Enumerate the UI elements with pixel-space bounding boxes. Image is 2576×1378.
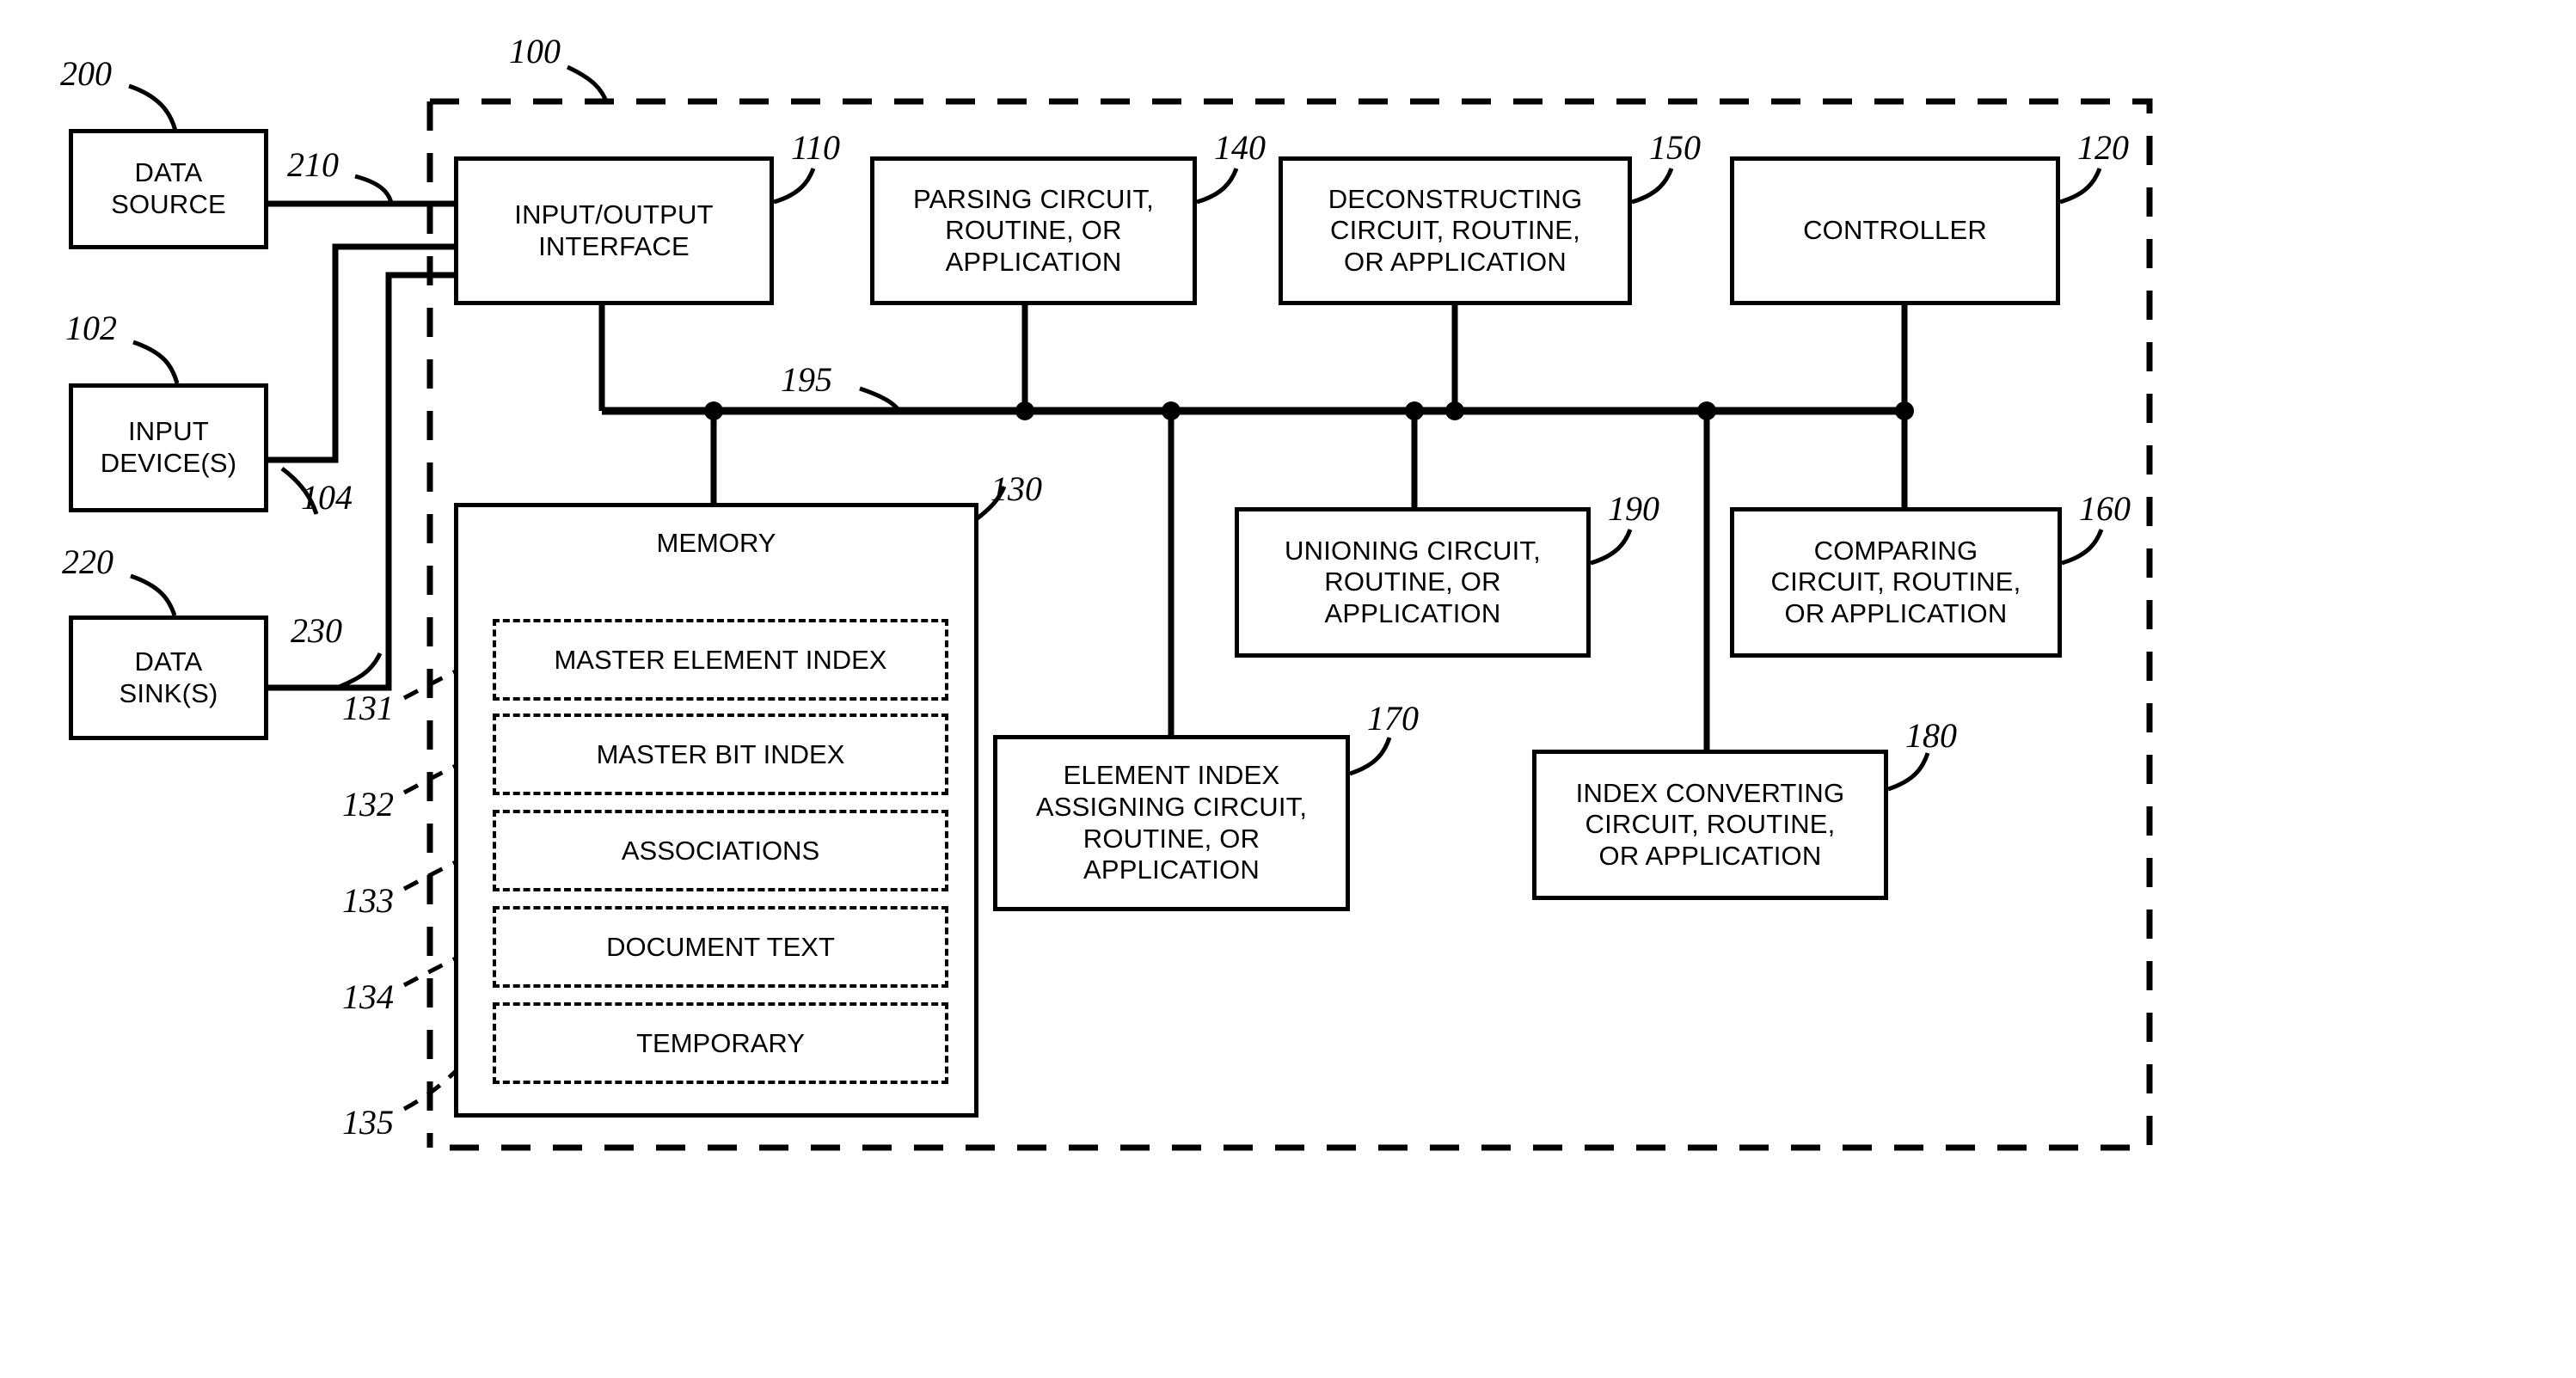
ref-135: 135 bbox=[342, 1103, 394, 1142]
memory-slot-temporary-label: TEMPORARY bbox=[636, 1027, 805, 1058]
ref-134: 134 bbox=[342, 977, 394, 1016]
block-index-converting-circuit[interactable]: INDEX CONVERTING CIRCUIT, ROUTINE, OR AP… bbox=[1532, 750, 1888, 900]
memory-slot-master-bit-index-label: MASTER BIT INDEX bbox=[596, 738, 845, 769]
leader-160 bbox=[2061, 529, 2104, 566]
block-element-index-circuit-label: ELEMENT INDEX ASSIGNING CIRCUIT, ROUTINE… bbox=[1035, 760, 1308, 885]
block-comparing-circuit-label: COMPARING CIRCUIT, ROUTINE, OR APPLICATI… bbox=[1770, 535, 2021, 628]
block-io-interface-label: INPUT/OUTPUT INTERFACE bbox=[514, 199, 714, 261]
block-data-sink-label: DATA SINK(S) bbox=[119, 646, 218, 708]
memory-slot-master-element-index[interactable]: MASTER ELEMENT INDEX bbox=[493, 619, 948, 701]
block-controller-label: CONTROLLER bbox=[1803, 215, 1987, 246]
memory-slot-temporary[interactable]: TEMPORARY bbox=[493, 1002, 948, 1084]
block-comparing-circuit[interactable]: COMPARING CIRCUIT, ROUTINE, OR APPLICATI… bbox=[1730, 507, 2062, 658]
ref-133: 133 bbox=[342, 881, 394, 920]
leader-110 bbox=[773, 168, 816, 205]
block-deconstructing-circuit-label: DECONSTRUCTING CIRCUIT, ROUTINE, OR APPL… bbox=[1328, 183, 1583, 277]
block-element-index-circuit[interactable]: ELEMENT INDEX ASSIGNING CIRCUIT, ROUTINE… bbox=[993, 735, 1350, 911]
block-input-device-label: INPUT DEVICE(S) bbox=[100, 416, 237, 478]
ref-150: 150 bbox=[1649, 128, 1701, 167]
ref-220: 220 bbox=[62, 542, 113, 581]
memory-title: MEMORY bbox=[656, 528, 776, 558]
leader-210 bbox=[354, 174, 394, 204]
leader-120 bbox=[2059, 168, 2102, 205]
block-data-source[interactable]: DATA SOURCE bbox=[69, 129, 268, 249]
ref-170: 170 bbox=[1367, 699, 1419, 738]
leader-170 bbox=[1349, 737, 1392, 776]
memory-slot-associations[interactable]: ASSOCIATIONS bbox=[493, 810, 948, 891]
memory-slot-master-element-index-label: MASTER ELEMENT INDEX bbox=[554, 644, 887, 675]
leader-140 bbox=[1196, 168, 1239, 205]
wire-input-device bbox=[268, 243, 454, 463]
memory-slot-document-text[interactable]: DOCUMENT TEXT bbox=[493, 906, 948, 988]
block-memory[interactable]: MEMORY MASTER ELEMENT INDEX MASTER BIT I… bbox=[454, 503, 978, 1118]
block-io-interface[interactable]: INPUT/OUTPUT INTERFACE bbox=[454, 156, 774, 305]
block-data-source-label: DATA SOURCE bbox=[111, 157, 226, 219]
block-parsing-circuit-label: PARSING CIRCUIT, ROUTINE, OR APPLICATION bbox=[913, 183, 1154, 277]
bus-node-memory bbox=[704, 401, 723, 420]
leader-190 bbox=[1590, 529, 1633, 566]
block-unioning-circuit-label: UNIONING CIRCUIT, ROUTINE, OR APPLICATIO… bbox=[1285, 535, 1541, 628]
bus-node-unioning bbox=[1405, 401, 1424, 420]
block-parsing-circuit[interactable]: PARSING CIRCUIT, ROUTINE, OR APPLICATION bbox=[870, 156, 1197, 305]
ref-210: 210 bbox=[287, 145, 339, 184]
ref-132: 132 bbox=[342, 785, 394, 824]
leader-150 bbox=[1631, 168, 1674, 205]
bus-node-index-converting bbox=[1697, 401, 1716, 420]
ref-102: 102 bbox=[65, 309, 117, 347]
ref-190: 190 bbox=[1608, 489, 1659, 528]
ref-131: 131 bbox=[342, 689, 394, 727]
block-data-sink[interactable]: DATA SINK(S) bbox=[69, 616, 268, 740]
memory-slot-associations-label: ASSOCIATIONS bbox=[621, 835, 820, 866]
ref-110: 110 bbox=[791, 128, 841, 167]
ref-195: 195 bbox=[781, 360, 832, 399]
ref-104: 104 bbox=[301, 478, 353, 517]
block-input-device[interactable]: INPUT DEVICE(S) bbox=[69, 383, 268, 512]
bus-node-controller bbox=[1895, 401, 1914, 420]
patent-figure: DATA SOURCE 200 210 INPUT DEVICE(S) 102 … bbox=[0, 0, 2576, 1378]
ref-160: 160 bbox=[2079, 489, 2131, 528]
memory-slot-master-bit-index[interactable]: MASTER BIT INDEX bbox=[493, 713, 948, 795]
block-deconstructing-circuit[interactable]: DECONSTRUCTING CIRCUIT, ROUTINE, OR APPL… bbox=[1279, 156, 1632, 305]
memory-slot-document-text-label: DOCUMENT TEXT bbox=[606, 931, 835, 962]
block-index-converting-circuit-label: INDEX CONVERTING CIRCUIT, ROUTINE, OR AP… bbox=[1575, 777, 1845, 871]
block-controller[interactable]: CONTROLLER bbox=[1730, 156, 2060, 305]
leader-180 bbox=[1887, 752, 1930, 792]
leader-230 bbox=[336, 652, 383, 690]
ref-120: 120 bbox=[2077, 128, 2129, 167]
ref-200: 200 bbox=[60, 54, 112, 93]
leader-200 bbox=[128, 83, 178, 132]
leader-220 bbox=[130, 573, 177, 616]
bus-node-deconstructing bbox=[1445, 401, 1464, 420]
ref-100: 100 bbox=[509, 32, 561, 70]
bus-node-element-index bbox=[1162, 401, 1181, 420]
ref-180: 180 bbox=[1905, 716, 1957, 755]
bus-node-parsing bbox=[1015, 401, 1034, 420]
ref-140: 140 bbox=[1214, 128, 1266, 167]
ref-130: 130 bbox=[991, 469, 1042, 508]
ref-230: 230 bbox=[291, 611, 342, 650]
block-unioning-circuit[interactable]: UNIONING CIRCUIT, ROUTINE, OR APPLICATIO… bbox=[1235, 507, 1591, 658]
leader-102 bbox=[132, 340, 180, 384]
leader-100 bbox=[566, 64, 610, 104]
